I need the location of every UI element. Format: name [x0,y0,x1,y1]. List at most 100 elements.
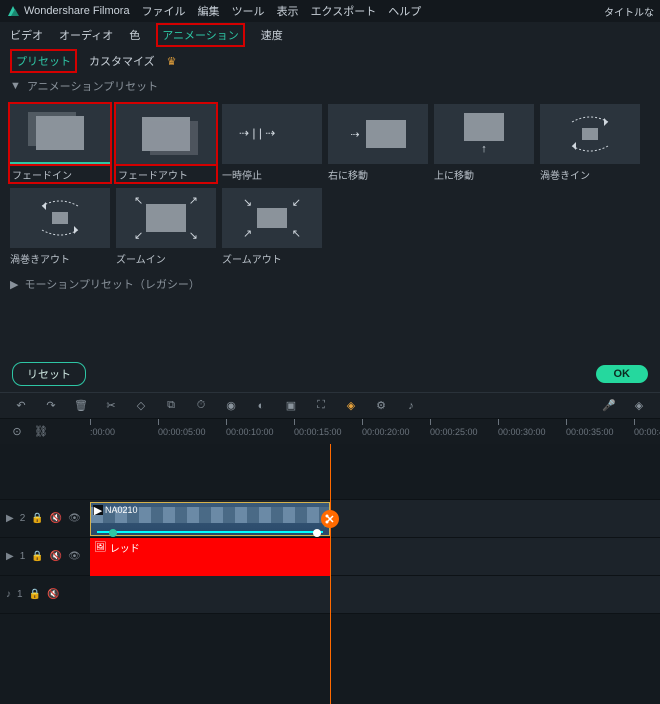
pause-icon: ⇢ | | ⇢ [237,119,307,149]
tick-label: 00:00:35:00 [566,427,614,437]
preset-label: 渦巻きアウト [10,248,110,266]
app-name: Wondershare Filmora [24,5,130,17]
arrow-sw-icon: ↙ [292,196,301,209]
preset-swirl-in[interactable]: 渦巻きイン [540,104,640,182]
tick-label: 00:00:10:00 [226,427,274,437]
tab-video[interactable]: ビデオ [10,27,43,43]
keyframe-dot[interactable] [109,529,117,537]
animation-subtabs: プリセット カスタマイズ ♛ [0,48,660,74]
section-anim-preset[interactable]: ▼ アニメーションプリセット [0,74,660,98]
lock-icon[interactable]: 🔒 [31,513,43,524]
section-label: モーションプリセット（レガシー） [24,276,199,292]
mute-icon[interactable]: 🔇 [47,589,59,600]
chevron-down-icon: ▼ [10,80,21,92]
arrow-ne-icon: ↗ [243,227,252,240]
subtab-preset[interactable]: プリセット [10,49,77,73]
ok-button[interactable]: OK [596,365,649,383]
app-logo: Wondershare Filmora [6,4,130,18]
subtab-customize[interactable]: カスタマイズ [89,53,155,69]
menu-edit[interactable]: 編集 [198,3,220,19]
preset-label: 上に移動 [434,164,534,182]
arrow-sw-icon: ↙ [134,229,143,242]
property-tabs: ビデオ オーディオ 色 アニメーション 速度 [0,22,660,48]
swirl-out-icon [30,196,90,240]
redo-icon[interactable]: ↷ [44,399,58,413]
tab-color[interactable]: 色 [129,27,140,43]
crop-icon[interactable]: ⧉ [164,399,178,413]
mute-icon[interactable]: 🔇 [50,551,62,562]
menu-tools[interactable]: ツール [232,3,265,19]
arrow-right-icon: ⇢ [350,128,359,141]
tab-speed[interactable]: 速度 [261,27,283,43]
preset-fade-in[interactable]: フェードイン [10,104,110,182]
mute-icon[interactable]: 🔇 [50,513,62,524]
preset-move-right[interactable]: ⇢ 右に移動 [328,104,428,182]
timeline-toolbar: ↶ ↷ 🗑 ✂ ◇ ⧉ ⏱ ◉ ◐ ▣ ⛶ ◈ ⚙ ♪ 🎤 ◈ [0,392,660,418]
preset-zoom-in[interactable]: ↖ ↗ ↙ ↘ ズームイン [116,188,216,266]
tab-animation[interactable]: アニメーション [156,23,245,47]
lock-icon[interactable]: 🔒 [29,589,41,600]
adjust-icon[interactable]: ⚙ [374,399,388,413]
tick-label: 00:00:05:00 [158,427,206,437]
keyframe-icon[interactable]: ◈ [344,399,358,413]
ruler-ticks[interactable]: :00:00 00:00:05:00 00:00:10:00 00:00:15:… [90,419,660,444]
track-number: 1 [17,589,23,600]
menu-help[interactable]: ヘルプ [388,3,421,19]
undo-icon[interactable]: ↶ [14,399,28,413]
video-clip[interactable]: ▶ NA0210 ▶ [90,502,330,536]
preset-grid: フェードイン フェードアウト ⇢ | | ⇢ 一時停止 ⇢ 右に移動 [0,98,660,272]
magnet-icon[interactable]: ⊙ [10,425,24,439]
menu-export[interactable]: エクスポート [311,3,377,19]
preset-label: フェードアウト [116,164,216,182]
color-icon[interactable]: ◐ [254,399,268,413]
preset-pause[interactable]: ⇢ | | ⇢ 一時停止 [222,104,322,182]
marker-icon[interactable]: ◈ [632,399,646,413]
lock-icon[interactable]: 🔒 [31,551,43,562]
menu-file[interactable]: ファイル [142,3,186,19]
filmora-logo-icon [6,4,20,18]
tab-audio[interactable]: オーディオ [59,27,113,43]
link-icon[interactable]: ⛓ [34,425,48,439]
track-number: 1 [20,551,26,562]
tick-label: 00:00:15:00 [294,427,342,437]
preset-zoom-out[interactable]: ↘ ↙ ↗ ↖ ズームアウト [222,188,322,266]
visibility-icon[interactable]: 👁 [68,551,81,562]
chevron-right-icon: ▶ [10,278,18,291]
visibility-icon[interactable]: 👁 [68,513,81,524]
playhead[interactable] [330,444,331,704]
preset-move-up[interactable]: ↑ 上に移動 [434,104,534,182]
titlebar: Wondershare Filmora ファイル 編集 ツール 表示 エクスポー… [0,0,660,22]
preset-swirl-out[interactable]: 渦巻きアウト [10,188,110,266]
arrow-nw-icon: ↖ [292,227,301,240]
mixer-icon[interactable]: ♪ [404,399,418,413]
red-clip[interactable]: 🖼レッド [90,538,330,576]
keyframe-dot[interactable] [313,529,321,537]
record-icon[interactable]: ◉ [224,399,238,413]
menu-view[interactable]: 表示 [277,3,299,19]
timeline: ▶ 2 🔒 🔇 👁 ▶ NA0210 ▶ ▶ 1 🔒 🔇 👁 [0,444,660,704]
title-status: タイトルな [604,4,654,19]
scissors-icon[interactable] [321,510,339,528]
tick-label: 00:00:20:00 [362,427,410,437]
preset-label: 右に移動 [328,164,428,182]
preset-label: ズームアウト [222,248,322,266]
preset-fade-out[interactable]: フェードアウト [116,104,216,182]
scale-icon[interactable]: ▣ [284,399,298,413]
delete-icon[interactable]: 🗑 [74,399,88,413]
arrow-se-icon: ↘ [243,196,252,209]
crown-icon: ♛ [167,55,177,68]
section-label: アニメーションプリセット [27,78,158,94]
expand-icon[interactable]: ⛶ [314,399,328,413]
audio-icon[interactable]: 🎤 [602,399,616,413]
preset-label: 一時停止 [222,164,322,182]
audio-track-icon: ♪ [6,589,11,600]
bottom-bar: リセット OK [0,356,660,392]
section-motion-preset[interactable]: ▶ モーションプリセット（レガシー） [0,272,660,296]
arrow-up-icon: ↑ [481,143,487,155]
cut-icon[interactable]: ✂ [104,399,118,413]
speed-icon[interactable]: ⏱ [194,399,208,413]
tag-icon[interactable]: ◇ [134,399,148,413]
reset-button[interactable]: リセット [12,362,86,386]
video-track-icon: ▶ [6,551,14,562]
preset-label: 渦巻きイン [540,164,640,182]
